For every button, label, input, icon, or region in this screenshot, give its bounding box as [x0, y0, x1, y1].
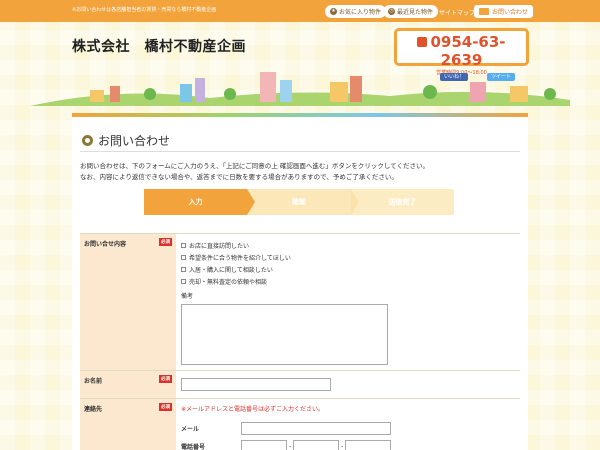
step-confirm: 確認 — [247, 189, 360, 215]
inquiry-option-visit[interactable]: お店に直接訪問したい — [181, 239, 515, 251]
name-field — [176, 371, 520, 398]
checkbox[interactable] — [181, 266, 186, 272]
favorites-label: お気に入り物件 — [339, 9, 382, 16]
phone-input-2[interactable] — [293, 440, 340, 450]
required-badge: 必須 — [159, 375, 172, 383]
page-title: お問い合わせ — [82, 132, 170, 149]
town-illustration — [30, 72, 570, 106]
phone-number: 0954-63-2639 — [397, 33, 526, 69]
email-row: メール — [181, 421, 515, 436]
phone-separator: - — [289, 443, 292, 450]
required-badge: 必須 — [159, 238, 172, 246]
contact-button[interactable]: お問い合わせ — [474, 5, 534, 18]
recent-button[interactable]: ◷ 最近見た物件 — [383, 5, 439, 18]
contact-field: ※メールアドレスと電話番号は必ずご入力ください。 メール 電話番号 - - — [176, 399, 520, 450]
inquiry-label: お問い合せ内容 必須 — [80, 234, 176, 370]
intro-text: お問い合わせは、下のフォームにご入力のうえ、「上記にご同意の上 確認画面へ進む」… — [80, 162, 429, 181]
inquiry-field: お店に直接訪問したい 希望条件に合う物件を紹介してほしい 入居・購入に関して相談… — [176, 234, 520, 370]
required-badge: 必須 — [159, 403, 172, 411]
phone-icon — [417, 37, 428, 47]
phone-row: 電話番号 - - — [181, 439, 515, 450]
checkbox[interactable] — [181, 254, 186, 260]
step-input: 入力 — [144, 189, 256, 215]
email-label: メール — [181, 426, 200, 433]
email-input[interactable] — [241, 422, 391, 435]
checkbox[interactable] — [181, 278, 186, 284]
remarks-textarea[interactable] — [181, 304, 388, 365]
inquiry-option-sell[interactable]: 売却・無料査定の依頼や相談 — [181, 275, 515, 287]
contact-form: お問い合せ内容 必須 お店に直接訪問したい 希望条件に合う物件を紹介してほしい … — [80, 233, 520, 450]
checkbox[interactable] — [181, 242, 186, 248]
title-divider — [80, 151, 520, 152]
remarks-label: 備考 — [181, 293, 194, 300]
phone-input-3[interactable] — [345, 440, 392, 450]
contact-row: 連絡先 必須 ※メールアドレスと電話番号は必ずご入力ください。 メール 電話番号… — [80, 399, 520, 450]
recent-label: 最近見た物件 — [397, 9, 434, 16]
phone-separator: - — [341, 443, 344, 450]
inquiry-row: お問い合せ内容 必須 お店に直接訪問したい 希望条件に合う物件を紹介してほしい … — [80, 234, 520, 371]
color-stripe — [72, 113, 528, 117]
step-complete: 送信完了 — [350, 189, 454, 215]
inquiry-option-introduce[interactable]: 希望条件に合う物件を紹介してほしい — [181, 251, 515, 263]
inquiry-option-consult[interactable]: 入居・購入に関して相談したい — [181, 263, 515, 275]
contact-note: ※メールアドレスと電話番号は必ずご入力ください。 — [181, 406, 325, 413]
progress-steps: 入力 確認 送信完了 — [144, 189, 454, 215]
star-icon: ★ — [330, 8, 337, 15]
tagline: ※お問い合わせは各店舗担当者の賃貸・売買なら橋村不動産企画 — [72, 7, 217, 13]
top-bar: ※お問い合わせは各店舗担当者の賃貸・売買なら橋村不動産企画 ★ お気に入り物件 … — [0, 0, 600, 22]
phone-box: 0954-63-2639 営業時間9:00～18:00 — [394, 28, 529, 76]
favorites-button[interactable]: ★ お気に入り物件 — [325, 5, 387, 18]
name-row: お名前 必須 — [80, 371, 520, 399]
company-logo[interactable]: 株式会社 橋村不動産企画 — [72, 36, 246, 56]
envelope-icon — [479, 8, 489, 15]
main-content: お問い合わせ お問い合わせは、下のフォームにご入力のうえ、「上記にご同意の上 確… — [72, 113, 528, 450]
sitemap-link[interactable]: サイトマップ — [439, 8, 475, 17]
phone-label: 電話番号 — [181, 444, 206, 450]
ring-icon — [82, 135, 93, 146]
contact-label: 連絡先 必須 — [80, 399, 176, 450]
name-label: お名前 必須 — [80, 371, 176, 398]
phone-input-1[interactable] — [241, 440, 287, 450]
clock-icon: ◷ — [388, 8, 395, 15]
contact-label: お問い合わせ — [492, 9, 529, 16]
name-input[interactable] — [181, 378, 331, 391]
